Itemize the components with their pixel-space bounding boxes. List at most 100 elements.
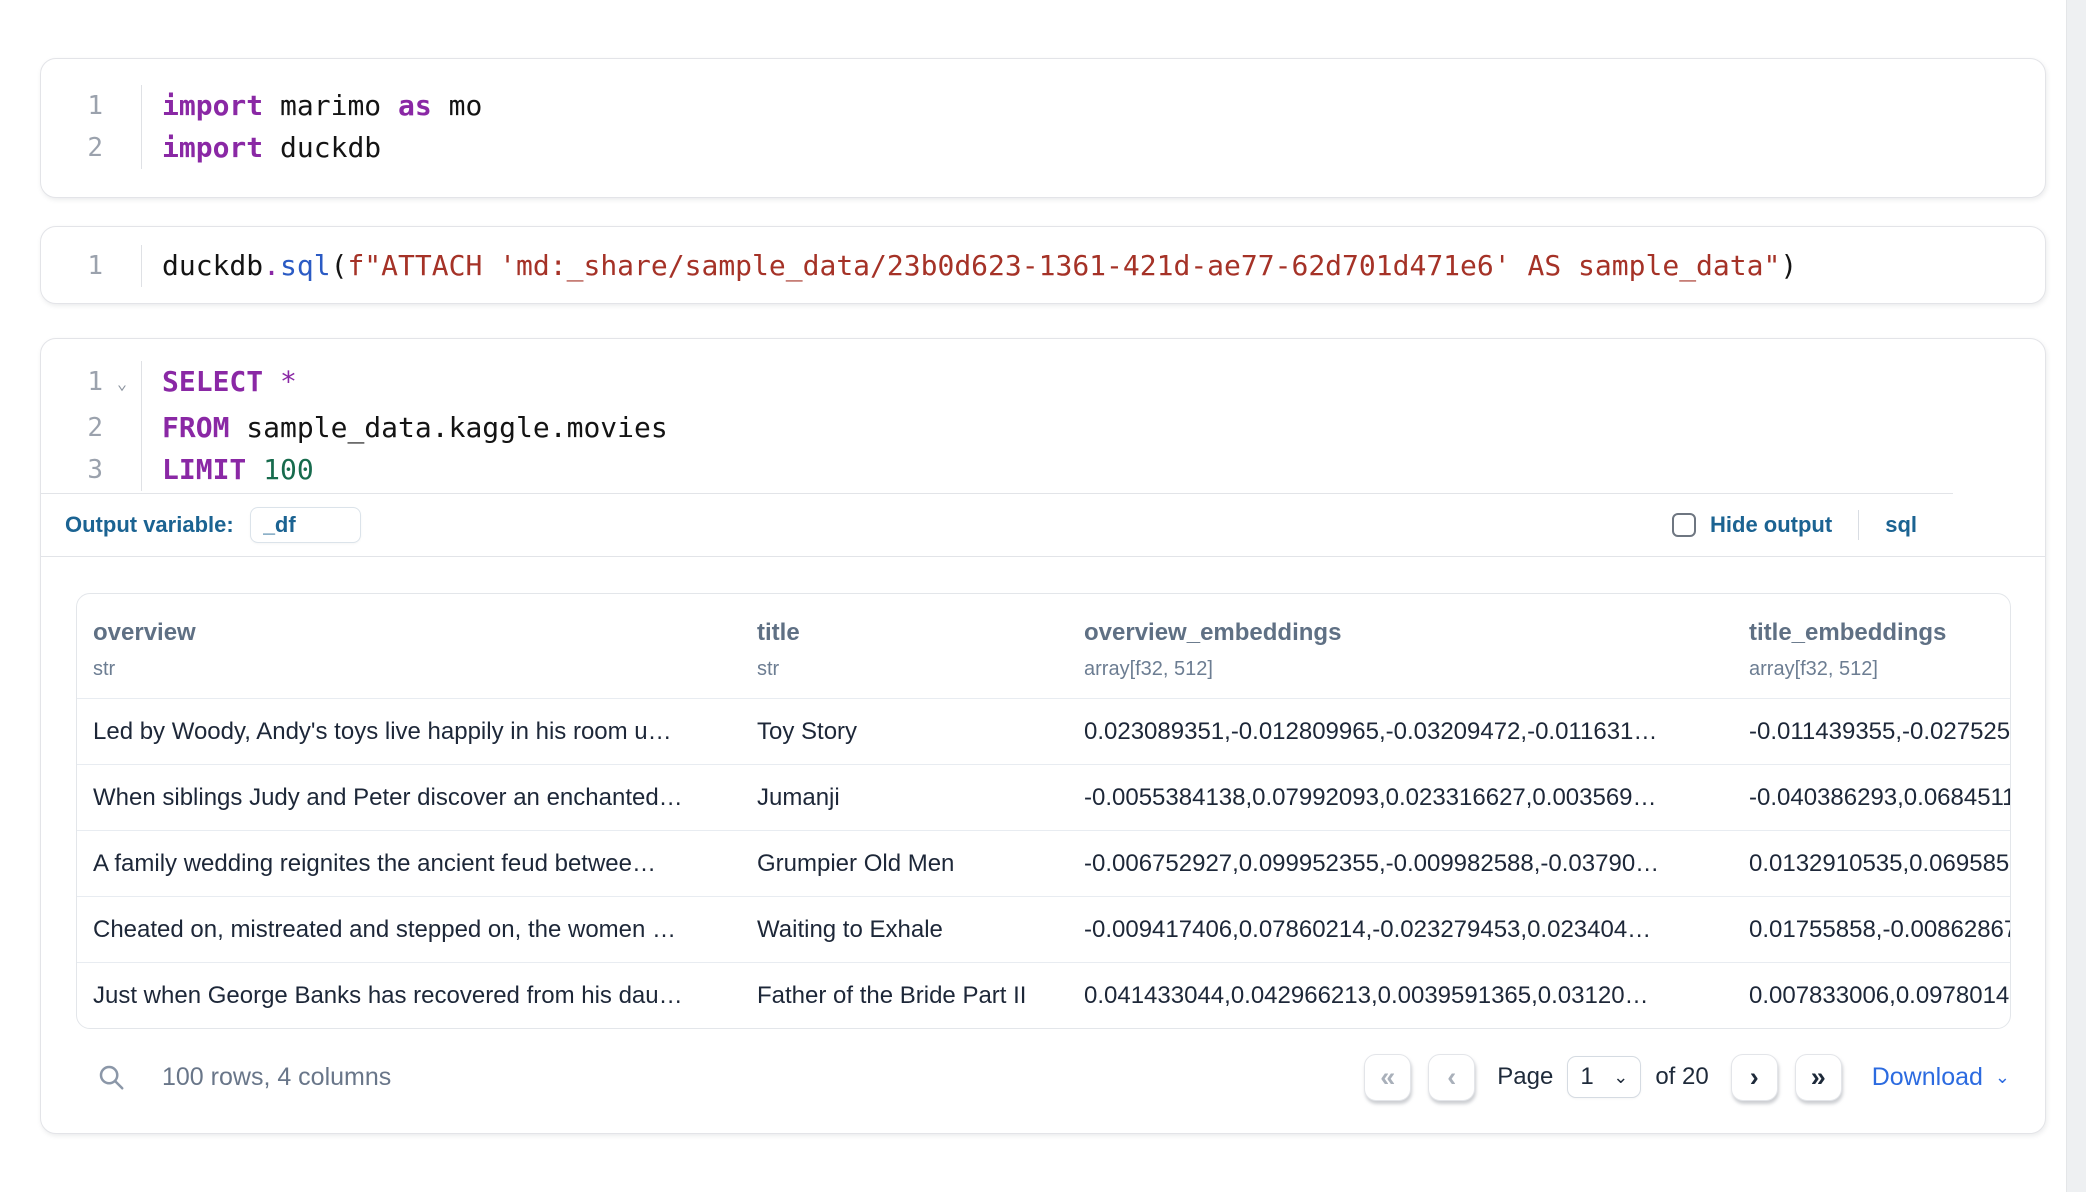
- code-cell-attach: 1 duckdb.sql(f"ATTACH 'md:_share/sample_d…: [40, 226, 2046, 304]
- line-number: 1: [41, 361, 103, 407]
- page-label: Page: [1497, 1063, 1553, 1091]
- previous-page-icon: ‹: [1447, 1062, 1456, 1093]
- line-number: 2: [41, 407, 103, 449]
- column-type: array[f32, 512]: [1749, 656, 2000, 682]
- column-header[interactable]: title str: [741, 594, 1068, 698]
- table-row[interactable]: Cheated on, mistreated and stepped on, t…: [77, 896, 2010, 962]
- table-cell: 0.007833006,0.0978014,0.01182: [1733, 982, 2010, 1010]
- table-cell: -0.0055384138,0.07992093,0.023316627,0.0…: [1068, 784, 1733, 812]
- table-row[interactable]: Just when George Banks has recovered fro…: [77, 962, 2010, 1028]
- table-cell: 0.01755858,-0.00862867,0.0231: [1733, 916, 2010, 944]
- table-body: Led by Woody, Andy's toys live happily i…: [77, 698, 2010, 1028]
- column-name: title: [757, 618, 1058, 648]
- column-type: str: [757, 656, 1058, 682]
- code-text: import duckdb: [142, 127, 381, 169]
- fold-spacer: [103, 407, 141, 449]
- line-gutter: 3: [41, 449, 142, 491]
- output-region: overview str title str overview_embeddingsar…: [41, 557, 2045, 1133]
- table-cell: -0.009417406,0.07860214,-0.023279453,0.0…: [1068, 916, 1733, 944]
- sql-cell-toolbar: Output variable: Hide output sql: [41, 494, 2045, 556]
- marimo-notebook: 1 import marimo as mo 2 import duckdb 1 duck…: [0, 0, 2086, 1192]
- toolbar-separator: [1858, 510, 1859, 540]
- code-line: 3LIMIT 100: [41, 449, 2045, 491]
- code-line: 1 duckdb.sql(f"ATTACH 'md:_share/sample_d…: [41, 245, 2045, 287]
- code-line: 2 FROM sample_data.kaggle.movies: [41, 407, 2045, 449]
- dataframe-table: overview str title str overview_embeddingsar…: [76, 593, 2011, 1029]
- table-row[interactable]: A family wedding reignites the ancient f…: [77, 830, 2010, 896]
- table-header-row: overview str title str overview_embeddingsar…: [77, 594, 2010, 698]
- table-cell: Waiting to Exhale: [741, 916, 1068, 944]
- last-page-icon: »: [1811, 1062, 1826, 1093]
- line-number: 1: [41, 245, 103, 287]
- column-header[interactable]: overview str: [77, 594, 741, 698]
- code-text: FROM sample_data.kaggle.movies: [142, 407, 668, 449]
- code-line: 1 import marimo as mo: [41, 85, 2045, 127]
- download-button[interactable]: Download ⌄: [1872, 1063, 2010, 1092]
- sql-cell: 1⌄SELECT *2FROM sample_data.kaggle.movie…: [40, 338, 2046, 1134]
- next-page-button[interactable]: ›: [1731, 1054, 1778, 1101]
- page-number-select[interactable]: 1 ⌄: [1567, 1056, 1641, 1098]
- column-type: array[f32, 512]: [1084, 656, 1723, 682]
- table-cell: -0.006752927,0.099952355,-0.009982588,-0…: [1068, 850, 1733, 878]
- code-line: 2 import duckdb: [41, 127, 2045, 169]
- line-number: 1: [41, 85, 103, 127]
- line-gutter: 1: [41, 245, 142, 287]
- code-line: 1⌄SELECT *: [41, 361, 2045, 407]
- table-row[interactable]: Led by Woody, Andy's toys live happily i…: [77, 698, 2010, 764]
- code-editor[interactable]: 1 duckdb.sql(f"ATTACH 'md:_share/sample_d…: [41, 245, 2045, 287]
- table-cell: Jumanji: [741, 784, 1068, 812]
- table-cell: Led by Woody, Andy's toys live happily i…: [77, 718, 741, 746]
- output-variable-input[interactable]: [250, 507, 361, 543]
- column-name: overview_embeddings: [1084, 618, 1723, 648]
- first-page-icon: «: [1380, 1062, 1395, 1093]
- table-cell: Toy Story: [741, 718, 1068, 746]
- page-scrollbar[interactable]: [2066, 0, 2086, 1192]
- column-type: str: [93, 656, 731, 682]
- search-icon[interactable]: [96, 1062, 126, 1092]
- code-cell-imports: 1 import marimo as mo 2 import duckdb: [40, 58, 2046, 198]
- output-variable-label: Output variable:: [65, 512, 234, 538]
- code-editor[interactable]: 1⌄SELECT *2FROM sample_data.kaggle.movie…: [41, 339, 2045, 493]
- chevron-down-icon: ⌄: [1613, 1068, 1628, 1086]
- language-badge[interactable]: sql: [1885, 512, 1917, 538]
- table-cell: 0.023089351,-0.012809965,-0.03209472,-0.…: [1068, 718, 1733, 746]
- fold-spacer: [103, 245, 141, 287]
- chevron-down-icon: ⌄: [1995, 1068, 2010, 1086]
- column-header[interactable]: title_embeddings array[f32, 512]: [1733, 594, 2010, 698]
- code-text: duckdb.sql(f"ATTACH 'md:_share/sample_da…: [142, 245, 1797, 287]
- line-gutter: 1⌄: [41, 361, 142, 407]
- table-cell: Cheated on, mistreated and stepped on, t…: [77, 916, 741, 944]
- code-text: SELECT *: [142, 361, 297, 407]
- table-cell: A family wedding reignites the ancient f…: [77, 850, 741, 878]
- table-cell: 0.041433044,0.042966213,0.0039591365,0.0…: [1068, 982, 1733, 1010]
- code-editor[interactable]: 1 import marimo as mo 2 import duckdb: [41, 85, 2045, 169]
- fold-chevron-icon[interactable]: ⌄: [103, 361, 141, 407]
- pagination: « ‹ Page 1 ⌄ of 20 ›: [1364, 1054, 2010, 1101]
- fold-spacer: [103, 449, 141, 491]
- table-cell: -0.040386293,0.0684511,0.0123: [1733, 784, 2010, 812]
- page-number-value: 1: [1580, 1063, 1593, 1091]
- hide-output-checkbox[interactable]: [1672, 513, 1696, 537]
- column-header[interactable]: overview_embeddings array[f32, 512]: [1068, 594, 1733, 698]
- line-gutter: 2: [41, 127, 142, 169]
- first-page-button[interactable]: «: [1364, 1054, 1411, 1101]
- table-cell: -0.011439355,-0.02752567,0.031: [1733, 718, 2010, 746]
- row-count-summary: 100 rows, 4 columns: [162, 1063, 391, 1092]
- line-gutter: 1: [41, 85, 142, 127]
- next-page-icon: ›: [1750, 1062, 1759, 1093]
- code-text: import marimo as mo: [142, 85, 482, 127]
- table-cell: Just when George Banks has recovered fro…: [77, 982, 741, 1010]
- table-row[interactable]: When siblings Judy and Peter discover an…: [77, 764, 2010, 830]
- line-number: 2: [41, 127, 103, 169]
- line-number: 3: [41, 449, 103, 491]
- fold-spacer: [103, 85, 141, 127]
- table-cell: 0.0132910535,0.069585,0.00421: [1733, 850, 2010, 878]
- column-name: title_embeddings: [1749, 618, 2000, 648]
- page-total-label: of 20: [1655, 1063, 1708, 1091]
- column-name: overview: [93, 618, 731, 648]
- line-gutter: 2: [41, 407, 142, 449]
- fold-spacer: [103, 127, 141, 169]
- previous-page-button[interactable]: ‹: [1428, 1054, 1475, 1101]
- last-page-button[interactable]: »: [1795, 1054, 1842, 1101]
- table-footer: 100 rows, 4 columns « ‹ Page 1 ⌄: [76, 1053, 2010, 1101]
